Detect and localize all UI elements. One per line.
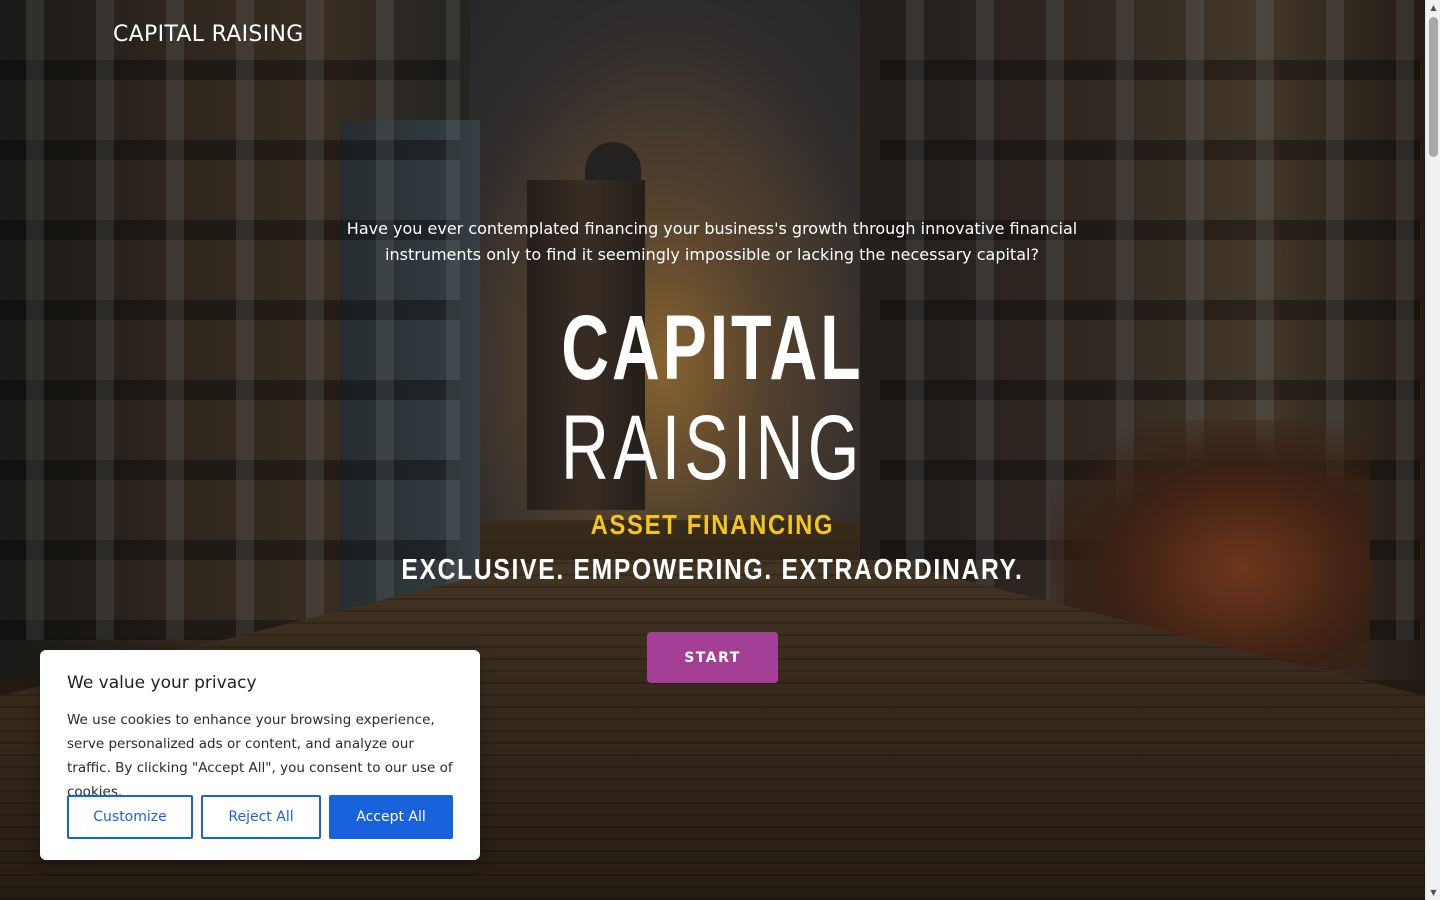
- start-button[interactable]: START: [647, 632, 778, 683]
- accept-all-button[interactable]: Accept All: [329, 795, 453, 839]
- customize-button[interactable]: Customize: [67, 795, 193, 839]
- cookie-banner-text: We use cookies to enhance your browsing …: [67, 712, 453, 800]
- arrow-up-icon[interactable]: ▲: [1426, 0, 1440, 15]
- reject-all-button[interactable]: Reject All: [201, 795, 321, 839]
- scrollbar-thumb[interactable]: [1429, 17, 1438, 157]
- page-scrollbar[interactable]: ▲ ▼: [1425, 0, 1440, 900]
- hero-subtitle: ASSET FINANCING: [590, 509, 835, 540]
- hero-title-line-2: RAISING: [561, 397, 864, 499]
- hero-title-line-1: CAPITAL: [561, 297, 864, 399]
- hero-intro-text: Have you ever contemplated financing you…: [346, 219, 1078, 264]
- hero-tagline: EXCLUSIVE. EMPOWERING. EXTRAORDINARY.: [401, 554, 1024, 586]
- cookie-consent-banner: We value your privacy We use cookies to …: [40, 650, 480, 860]
- arrow-down-icon[interactable]: ▼: [1426, 885, 1440, 900]
- page: CAPITAL RAISING Have you ever contemplat…: [0, 0, 1440, 900]
- cookie-banner-title: We value your privacy: [67, 673, 257, 693]
